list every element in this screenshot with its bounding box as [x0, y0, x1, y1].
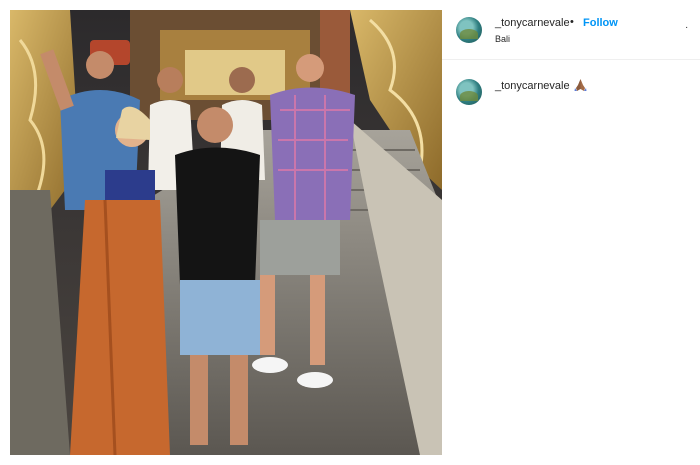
location-label[interactable]: Bali [495, 34, 510, 44]
post-side-panel: _tonycarnevale • Follow Bali · _tonycarn… [442, 0, 700, 465]
avatar[interactable] [456, 17, 482, 43]
caption-avatar[interactable] [456, 79, 482, 105]
separator-dot: • [570, 16, 574, 28]
more-options-button[interactable]: · [685, 22, 689, 33]
follow-button[interactable]: Follow [583, 17, 618, 29]
header-username[interactable]: _tonycarnevale [495, 17, 570, 29]
caption-username[interactable]: _tonycarnevale [495, 80, 570, 92]
post-header: _tonycarnevale • Follow Bali · [442, 0, 700, 60]
instagram-post: _tonycarnevale • Follow Bali · _tonycarn… [0, 0, 700, 465]
photo-illustration [10, 10, 442, 455]
folded-hands-icon [574, 78, 587, 97]
post-photo[interactable] [10, 10, 442, 455]
